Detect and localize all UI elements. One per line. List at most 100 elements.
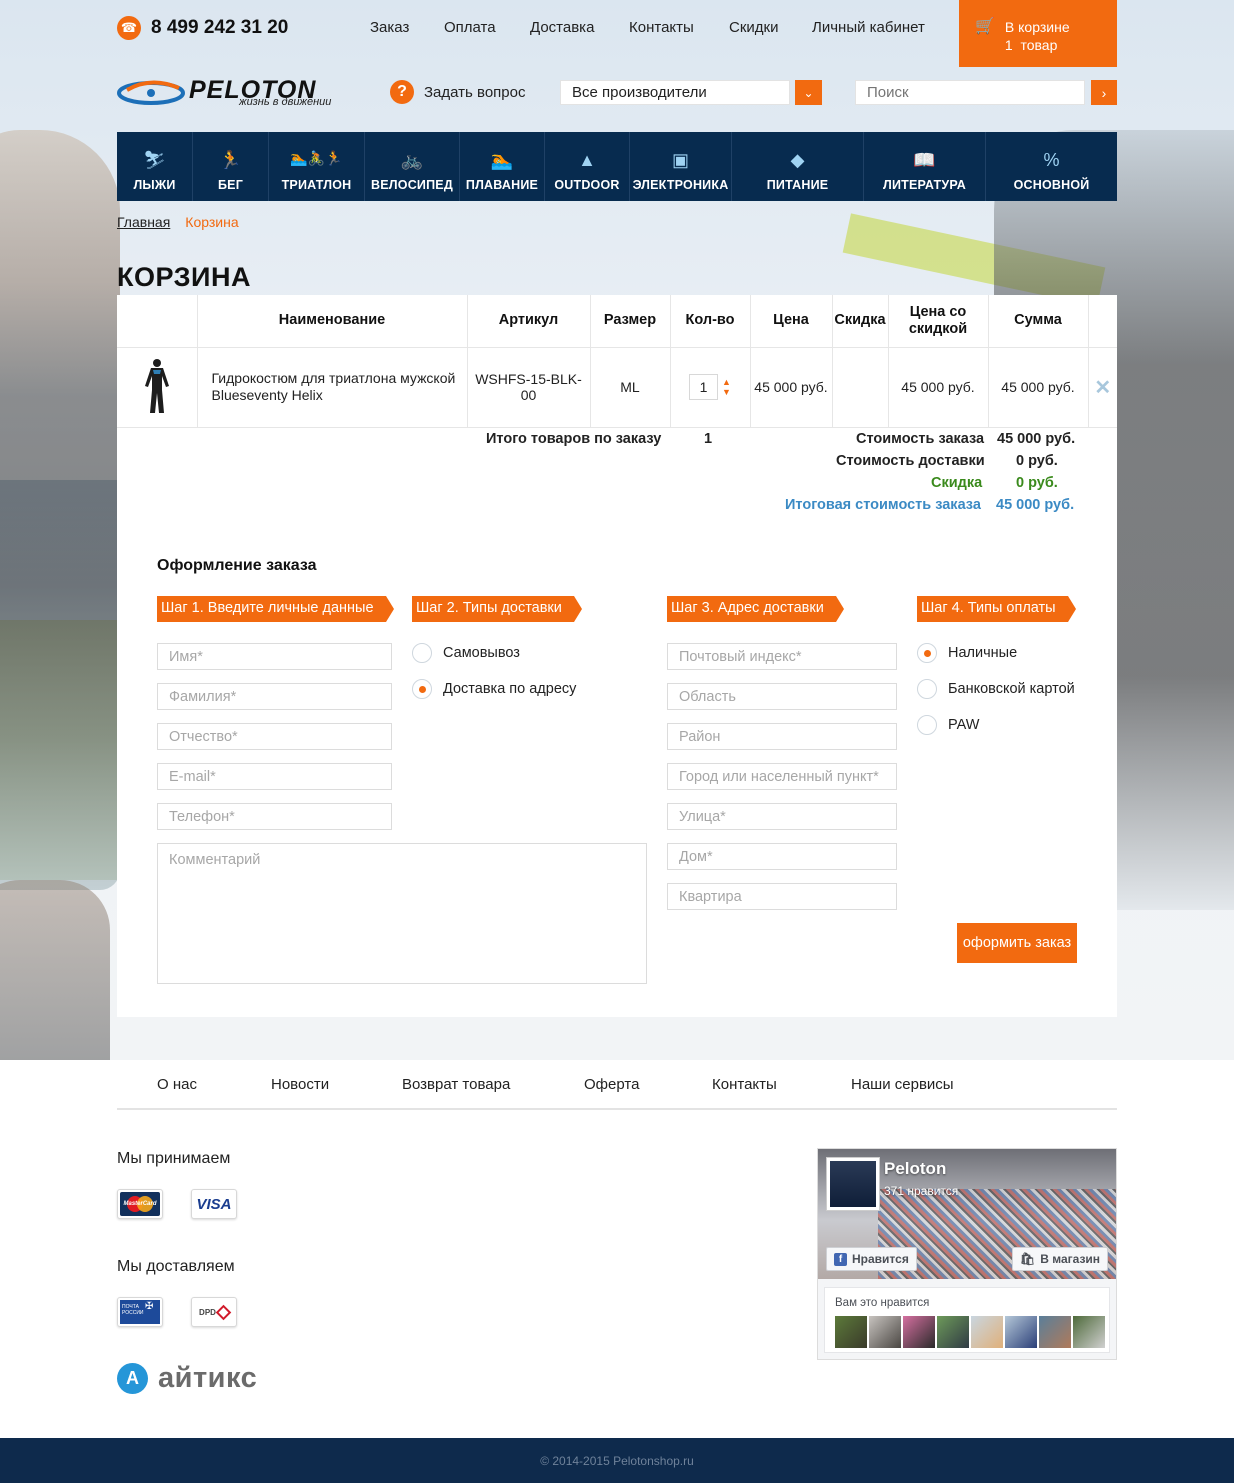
cart-label: В корзине — [1004, 19, 1070, 35]
footer-link-returns[interactable]: Возврат товара — [402, 1076, 510, 1093]
radio-button[interactable] — [917, 679, 937, 699]
friend-avatar[interactable] — [1005, 1316, 1037, 1348]
submit-order-button[interactable]: оформить заказ — [957, 923, 1077, 963]
nav-account[interactable]: Личный кабинет — [812, 19, 925, 36]
mastercard-logo: MasterCard — [117, 1189, 163, 1219]
product-sum: 45 000 руб. — [987, 346, 1089, 428]
category-basic[interactable]: % ОСНОВНОЙ — [986, 132, 1117, 201]
footer-link-news[interactable]: Новости — [271, 1076, 329, 1093]
arrow-down-icon[interactable]: ▼ — [722, 387, 731, 397]
quantity-input[interactable]: 1 — [689, 374, 719, 400]
category-label: ВЕЛОСИПЕД — [371, 178, 453, 192]
payment-cash-option[interactable]: Наличные — [917, 643, 1017, 663]
radio-button-selected[interactable] — [917, 643, 937, 663]
district-field[interactable]: Район — [667, 723, 897, 750]
footer-link-services[interactable]: Наши сервисы — [851, 1076, 954, 1093]
category-label: ПИТАНИЕ — [766, 178, 829, 192]
category-skiing[interactable]: ⛷ ЛЫЖИ — [117, 132, 193, 201]
category-outdoor[interactable]: ▲ OUTDOOR — [545, 132, 630, 201]
radio-button[interactable] — [412, 643, 432, 663]
facebook-shop-button[interactable]: 🛍 В магазин — [1012, 1247, 1109, 1271]
radio-label: Наличные — [948, 645, 1018, 661]
category-nutrition[interactable]: ◆ ПИТАНИЕ — [732, 132, 864, 201]
facebook-page-name[interactable]: Peloton — [884, 1159, 946, 1179]
street-field[interactable]: Улица* — [667, 803, 897, 830]
delivery-address-option[interactable]: Доставка по адресу — [412, 679, 576, 699]
category-electronics[interactable]: ▣ ЭЛЕКТРОНИКА — [630, 132, 732, 201]
category-triathlon[interactable]: 🏊🚴🏃 ТРИАТЛОН — [269, 132, 365, 201]
radio-button[interactable] — [917, 715, 937, 735]
remove-item-icon[interactable]: ✕ — [1094, 377, 1111, 399]
shop-button-label: В магазин — [1040, 1252, 1101, 1266]
comment-textarea[interactable]: Комментарий — [157, 843, 647, 984]
facebook-like-button[interactable]: f Нравится — [826, 1247, 917, 1271]
payment-card-option[interactable]: Банковской картой — [917, 679, 1075, 699]
col-name: Наименование — [196, 295, 468, 348]
brand-dropdown-button[interactable]: ⌄ — [795, 80, 822, 105]
category-running[interactable]: 🏃 БЕГ — [193, 132, 269, 201]
phone-number[interactable]: 8 499 242 31 20 — [151, 17, 288, 39]
search-input[interactable] — [855, 80, 1085, 105]
product-name[interactable]: Гидрокостюм для триатлона мужской Bluese… — [196, 346, 468, 428]
postal-code-field[interactable]: Почтовый индекс* — [667, 643, 897, 670]
percent-icon: % — [1043, 150, 1060, 170]
friend-avatar[interactable] — [903, 1316, 935, 1348]
friend-avatar[interactable] — [1039, 1316, 1071, 1348]
mastercard-label: MasterCard — [123, 1201, 157, 1207]
arrow-up-icon[interactable]: ▲ — [722, 377, 731, 387]
ask-question[interactable]: ? Задать вопрос — [390, 80, 525, 104]
friend-avatar[interactable] — [937, 1316, 969, 1348]
middle-name-field[interactable]: Отчество* — [157, 723, 392, 750]
category-swimming[interactable]: 🏊 ПЛАВАНИЕ — [460, 132, 545, 201]
nav-discounts[interactable]: Скидки — [729, 19, 778, 36]
product-qty-cell: 1 ▲ ▼ — [669, 346, 751, 428]
category-bicycle[interactable]: 🚲 ВЕЛОСИПЕД — [365, 132, 460, 201]
russian-post-mark: ПОЧТА РОССИИ ✠ — [120, 1300, 160, 1324]
col-image — [117, 295, 198, 348]
visa-logo: VISA — [191, 1189, 237, 1219]
region-field[interactable]: Область — [667, 683, 897, 710]
footer-link-offer[interactable]: Оферта — [584, 1076, 639, 1093]
developer-logo[interactable]: A айтикс — [117, 1362, 257, 1395]
russian-post-logo: ПОЧТА РОССИИ ✠ — [117, 1297, 163, 1327]
breadcrumb-home[interactable]: Главная — [117, 214, 170, 230]
radio-button-selected[interactable] — [412, 679, 432, 699]
phone-field[interactable]: Телефон* — [157, 803, 392, 830]
payment-paw-option[interactable]: PAW — [917, 715, 979, 735]
facebook-likes-count: 371 нравится — [884, 1184, 959, 1198]
developer-name: айтикс — [158, 1362, 258, 1394]
step-3-banner: Шаг 3. Адрес доставки — [667, 596, 844, 622]
city-field[interactable]: Город или населенный пункт* — [667, 763, 897, 790]
delivery-cost-label: Стоимость доставки — [836, 453, 985, 469]
friend-avatar[interactable] — [1073, 1316, 1105, 1348]
house-field[interactable]: Дом* — [667, 843, 897, 870]
nav-order[interactable]: Заказ — [370, 19, 409, 36]
cart-panel: Наименование Артикул Размер Кол-во Цена … — [117, 295, 1117, 1017]
nav-delivery[interactable]: Доставка — [530, 19, 594, 36]
facebook-friends-box: Вам это нравится — [824, 1287, 1110, 1353]
search-button[interactable]: › — [1091, 80, 1117, 105]
product-image[interactable] — [142, 358, 172, 414]
nav-payment[interactable]: Оплата — [444, 19, 496, 36]
footer-link-contacts[interactable]: Контакты — [712, 1076, 777, 1093]
facebook-page-avatar[interactable] — [826, 1157, 880, 1211]
mountain-icon: ▲ — [578, 150, 596, 170]
shopping-bag-icon: 🛍 — [1020, 1252, 1036, 1266]
cart-widget[interactable]: 🛒 В корзине 1 товар — [959, 0, 1117, 67]
category-literature[interactable]: 📖 ЛИТЕРАТУРА — [864, 132, 986, 201]
friend-avatar[interactable] — [971, 1316, 1003, 1348]
apartment-field[interactable]: Квартира — [667, 883, 897, 910]
brand-select[interactable]: Все производители — [560, 80, 790, 105]
runner-icon: 🏃 — [219, 150, 242, 170]
friend-avatar[interactable] — [869, 1316, 901, 1348]
skier-icon: ⛷ — [143, 150, 166, 170]
first-name-field[interactable]: Имя* — [157, 643, 392, 670]
last-name-field[interactable]: Фамилия* — [157, 683, 392, 710]
nav-contacts[interactable]: Контакты — [629, 19, 694, 36]
footer-link-about[interactable]: О нас — [157, 1076, 197, 1093]
delivery-pickup-option[interactable]: Самовывоз — [412, 643, 520, 663]
peloton-logo[interactable]: PELOTON жизнь в движении — [117, 76, 353, 110]
email-field[interactable]: E-mail* — [157, 763, 392, 790]
friend-avatar[interactable] — [835, 1316, 867, 1348]
category-nav: ⛷ ЛЫЖИ 🏃 БЕГ 🏊🚴🏃 ТРИАТЛОН 🚲 ВЕЛОСИПЕД 🏊 … — [117, 132, 1117, 201]
